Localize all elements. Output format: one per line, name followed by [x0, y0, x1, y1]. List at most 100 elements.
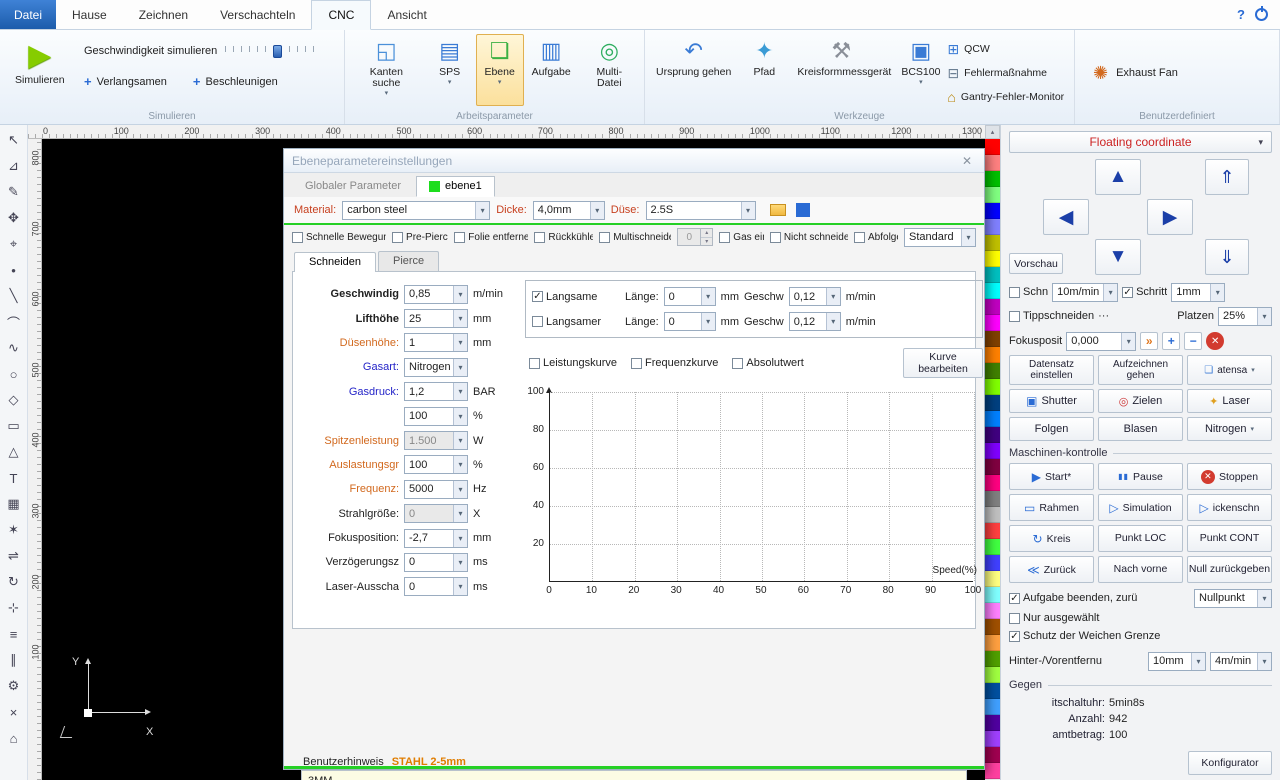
- nach-vorne-button[interactable]: Nach vorne: [1098, 556, 1183, 583]
- nitrogen-dropdown-button[interactable]: Nitrogen: [1187, 417, 1272, 441]
- parameter-value-combo[interactable]: 0,85: [404, 284, 468, 304]
- option-checkbox[interactable]: Abfolge: [854, 231, 898, 243]
- edit-curve-button[interactable]: Kurve bearbeiten: [903, 348, 983, 378]
- draw-line-icon[interactable]: ╲: [2, 283, 26, 309]
- option-checkbox[interactable]: Pre-Pierce: [392, 231, 448, 243]
- simulation-button[interactable]: ▷ Simulation: [1098, 494, 1183, 521]
- slider-knob-icon[interactable]: [273, 45, 283, 58]
- tab-globaler-parameter[interactable]: Globaler Parameter: [292, 176, 414, 197]
- layer-color-swatch[interactable]: [985, 603, 1000, 619]
- abfolge-combo[interactable]: Standard: [904, 227, 977, 247]
- spinner-arrows-icon[interactable]: [700, 229, 712, 245]
- layer-color-swatch[interactable]: [985, 187, 1000, 203]
- laser-button[interactable]: ✦ Laser: [1187, 389, 1272, 413]
- parameter-value-combo[interactable]: 1,2: [404, 382, 468, 402]
- ribbon-item-button[interactable]: ❏ Ebene: [475, 34, 524, 106]
- schutz-grenze-checkbox[interactable]: Schutz der Weichen Grenze: [1009, 630, 1272, 642]
- layer-color-swatch[interactable]: [985, 283, 1000, 299]
- fokus-go-icon[interactable]: »: [1140, 332, 1159, 350]
- pause-button[interactable]: ▮▮ Pause: [1098, 463, 1183, 490]
- ribbon-tool-button[interactable]: ↶ Ursprung gehen: [649, 34, 738, 106]
- dialog-titlebar[interactable]: Ebeneparametereinstellungen ✕: [284, 149, 984, 173]
- shutter-button[interactable]: ▣ Shutter: [1009, 389, 1094, 413]
- parallel-offset-icon[interactable]: ∥: [2, 647, 26, 673]
- delete-icon[interactable]: ×: [2, 699, 26, 725]
- duese-combo[interactable]: 2.5S: [645, 200, 756, 220]
- entfernung-speed-combo[interactable]: 4m/min: [1210, 651, 1272, 671]
- slow-speed-combo[interactable]: 0,12: [788, 312, 841, 331]
- nozzle-up-button[interactable]: ⇑: [1205, 159, 1249, 195]
- draw-polygon-icon[interactable]: ◇: [2, 387, 26, 413]
- fokus-cancel-icon[interactable]: ✕: [1206, 332, 1225, 350]
- layer-color-swatch[interactable]: [985, 203, 1000, 219]
- tippschneiden-checkbox[interactable]: Tippschneiden: [1009, 310, 1094, 322]
- jog-up-button[interactable]: ▲: [1095, 159, 1141, 195]
- layer-color-swatch[interactable]: [985, 651, 1000, 667]
- platzen-combo[interactable]: 25%: [1218, 306, 1272, 326]
- layer-color-swatch[interactable]: [985, 139, 1000, 155]
- hint-textarea[interactable]: 3MM NOZZLE 2.5S Pressure 2.0: [301, 770, 967, 780]
- curve-option-checkbox[interactable]: Frequenzkurve: [631, 357, 718, 369]
- vorschau-button[interactable]: Vorschau: [1009, 253, 1063, 274]
- save-icon[interactable]: [795, 203, 810, 217]
- slow-start-checkbox[interactable]: Langsame: [532, 291, 620, 303]
- parameter-value-combo[interactable]: 100: [404, 455, 468, 475]
- parameter-value-combo[interactable]: 100: [404, 406, 468, 426]
- option-checkbox[interactable]: Schnelle Bewegung: [292, 231, 386, 243]
- menu-tab[interactable]: Verschachteln: [204, 0, 311, 29]
- jog-down-button[interactable]: ▼: [1095, 239, 1141, 275]
- ribbon-tool-button[interactable]: ▣ BCS100: [894, 34, 947, 106]
- ribbon-small-tool-button[interactable]: ⊟ Fehlermaßnahme: [947, 62, 1064, 83]
- draw-point-icon[interactable]: •: [2, 257, 26, 283]
- option-checkbox[interactable]: Nicht schneiden: [769, 231, 848, 243]
- parameter-value-combo[interactable]: 5000: [404, 479, 468, 499]
- layer-color-swatch[interactable]: [985, 315, 1000, 331]
- layer-color-swatch[interactable]: [985, 219, 1000, 235]
- layer-color-swatch[interactable]: [985, 699, 1000, 715]
- layer-color-swatch[interactable]: [985, 731, 1000, 747]
- stop-button[interactable]: ✕ Stoppen: [1187, 463, 1272, 490]
- dicke-combo[interactable]: 4,0mm: [532, 200, 605, 220]
- fokus-plus-icon[interactable]: +: [1162, 332, 1181, 350]
- slow-speed-combo[interactable]: 0,12: [788, 287, 841, 306]
- menu-tab[interactable]: Ansicht: [371, 0, 442, 29]
- speed-up-button[interactable]: + Beschleunigen: [193, 74, 278, 89]
- konfigurator-button[interactable]: Konfigurator: [1188, 751, 1272, 775]
- layer-color-swatch[interactable]: [985, 747, 1000, 763]
- aufgabe-beenden-checkbox[interactable]: Aufgabe beenden, zurü: [1009, 592, 1190, 604]
- draw-arc-icon[interactable]: ⌒: [2, 309, 26, 335]
- pan-icon[interactable]: ✥: [2, 205, 26, 231]
- layer-color-swatch[interactable]: [985, 635, 1000, 651]
- folgen-button[interactable]: Folgen: [1009, 417, 1094, 441]
- multicut-spinner[interactable]: 0: [677, 228, 714, 246]
- menu-tab[interactable]: Zeichnen: [123, 0, 204, 29]
- nur-ausgewaehlt-checkbox[interactable]: Nur ausgewählt: [1009, 612, 1272, 624]
- close-icon[interactable]: ✕: [958, 154, 976, 168]
- mirror-icon[interactable]: ⇌: [2, 543, 26, 569]
- tippschneiden-more-button[interactable]: ···: [1098, 310, 1109, 322]
- zielen-button[interactable]: ◎ Zielen: [1098, 389, 1183, 413]
- ribbon-small-tool-button[interactable]: ⊞ QCW: [947, 38, 1064, 59]
- option-checkbox[interactable]: Folie entfernen: [454, 231, 528, 243]
- select-arrow-icon[interactable]: ↖: [2, 127, 26, 153]
- option-checkbox[interactable]: Multischneider: [599, 231, 671, 243]
- layer-color-swatch[interactable]: [985, 299, 1000, 315]
- parameter-value-combo[interactable]: 1: [404, 333, 468, 353]
- node-edit-icon[interactable]: ⊿: [2, 153, 26, 179]
- layer-color-swatch[interactable]: [985, 155, 1000, 171]
- material-combo[interactable]: carbon steel: [342, 200, 491, 220]
- layer-color-swatch[interactable]: [985, 619, 1000, 635]
- step-size-combo[interactable]: 1mm: [1171, 282, 1226, 302]
- parameter-value-combo[interactable]: 0: [404, 577, 468, 597]
- layer-color-swatch[interactable]: [985, 171, 1000, 187]
- pen-icon[interactable]: ✎: [2, 179, 26, 205]
- coordinate-mode-select[interactable]: Floating coordinate: [1009, 131, 1272, 153]
- tab-schneiden[interactable]: Schneiden: [294, 252, 376, 272]
- punkt-loc-button[interactable]: Punkt LOC: [1098, 525, 1183, 552]
- parameter-value-combo[interactable]: Nitrogen: [404, 357, 468, 377]
- parameter-value-combo[interactable]: -2,7: [404, 528, 468, 548]
- power-icon[interactable]: [1255, 8, 1268, 21]
- parameter-value-combo[interactable]: 0: [404, 504, 468, 524]
- fokus-combo[interactable]: 0,000: [1066, 331, 1137, 351]
- align-icon[interactable]: ≡: [2, 621, 26, 647]
